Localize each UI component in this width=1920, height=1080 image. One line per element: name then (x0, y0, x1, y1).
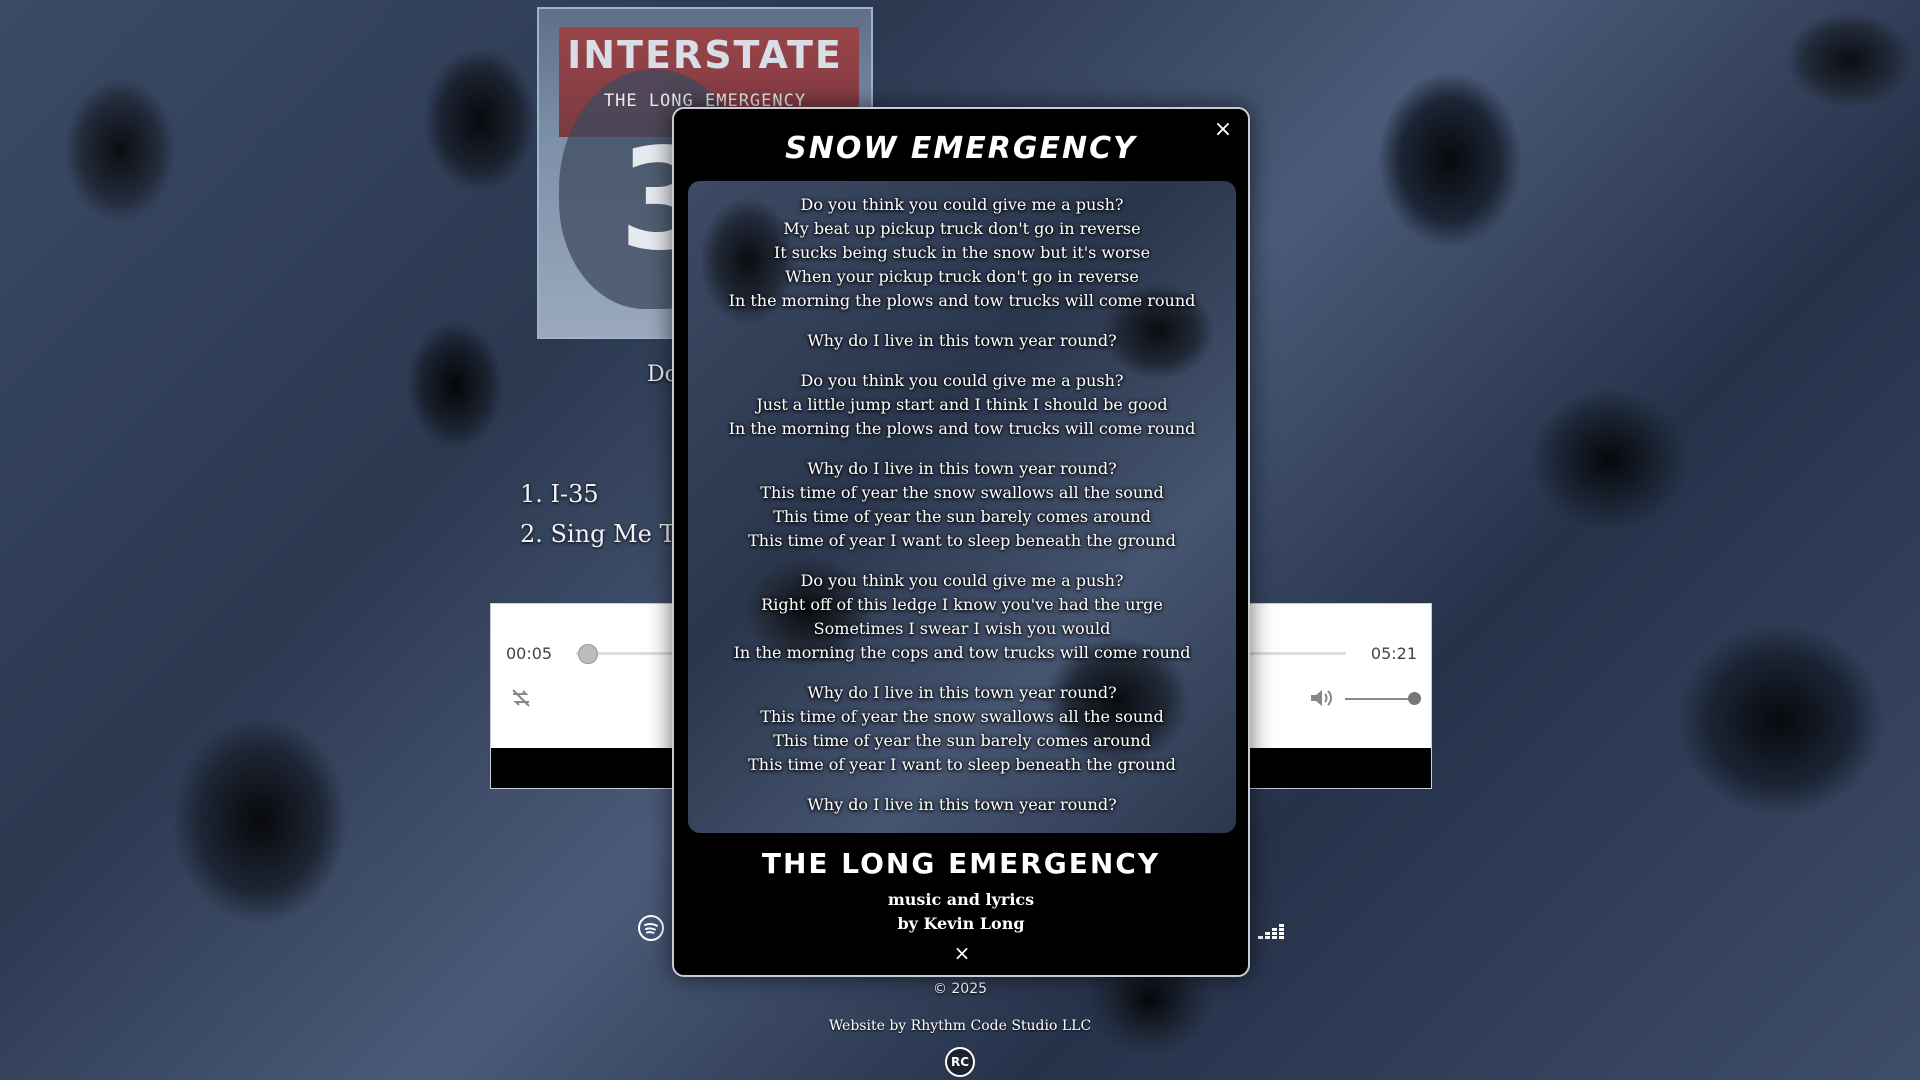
site-credit[interactable]: Website by Rhythm Code Studio LLC (0, 1018, 1920, 1034)
lyric-line: Do you think you could give me a push? (800, 371, 1124, 390)
volume-slider[interactable] (1345, 698, 1415, 700)
lyric-line: Sometimes I swear I wish you would (813, 619, 1111, 638)
lyric-stanza: Do you think you could give me a push? Ju… (688, 369, 1236, 441)
lyric-line: Why do I live in this town year round? (807, 683, 1117, 702)
lyric-line: Do you think you could give me a push? (800, 571, 1124, 590)
time-total: 05:21 (1370, 644, 1417, 663)
copyright: © 2025 (932, 981, 988, 997)
volume-handle[interactable] (1408, 692, 1421, 705)
lyric-line: This time of year I want to sleep beneat… (748, 531, 1176, 550)
lyric-line: Why do I live in this town year round? (807, 331, 1117, 350)
lyric-line: This time of year the snow swallows all … (760, 707, 1164, 726)
song-title: SNOW EMERGENCY (785, 131, 1137, 166)
lyric-stanza: Why do I live in this town year round? (688, 793, 1236, 817)
lyric-line: In the morning the plows and tow trucks … (728, 291, 1196, 310)
lyric-line: In the morning the cops and tow trucks w… (733, 643, 1191, 662)
lyrics-panel[interactable]: Do you think you could give me a push? My… (688, 181, 1236, 833)
lyric-line: It sucks being stuck in the snow but it'… (773, 243, 1151, 262)
lyric-line: Right off of this ledge I know you've ha… (761, 595, 1163, 614)
lyric-stanza: Why do I live in this town year round? Th… (688, 457, 1236, 553)
volume-icon[interactable] (1308, 686, 1334, 710)
lyric-line: This time of year the sun barely comes a… (773, 731, 1151, 750)
lyric-line: Why do I live in this town year round? (807, 459, 1117, 478)
repeat-off-icon[interactable] (509, 686, 533, 710)
credit-line-music: music and lyrics (887, 890, 1035, 909)
lyric-line: Do you think you could give me a push? (800, 195, 1124, 214)
deezer-icon[interactable] (1257, 917, 1287, 941)
track-item-2[interactable]: 2. Sing Me To (520, 514, 688, 554)
lyric-line: When your pickup truck don't go in rever… (785, 267, 1139, 286)
lyric-line: Why do I live in this town year round? (807, 795, 1117, 814)
studio-logo[interactable]: RC (945, 1047, 975, 1077)
track-item-1[interactable]: 1. I-35 (520, 474, 688, 514)
lyric-stanza: Do you think you could give me a push? My… (688, 193, 1236, 313)
lyrics-text: Do you think you could give me a push? My… (688, 181, 1236, 817)
credit-line-author: by Kevin Long (897, 914, 1025, 933)
seek-handle[interactable] (578, 644, 599, 664)
lyric-line: My beat up pickup truck don't go in reve… (783, 219, 1141, 238)
lyric-line: This time of year I want to sleep beneat… (748, 755, 1176, 774)
lyric-stanza: Do you think you could give me a push? Ri… (688, 569, 1236, 665)
lyric-line: This time of year the sun barely comes a… (773, 507, 1151, 526)
lyric-stanza: Why do I live in this town year round? Th… (688, 681, 1236, 777)
lyric-line: Just a little jump start and I think I s… (756, 395, 1168, 414)
lyric-line: In the morning the plows and tow trucks … (728, 419, 1196, 438)
lyric-line: This time of year the snow swallows all … (760, 483, 1164, 502)
album-cover-title: INTERSTATE (567, 33, 843, 77)
close-bottom-icon[interactable]: × (951, 942, 973, 964)
album-name: THE LONG EMERGENCY (761, 847, 1161, 880)
lyric-stanza: Why do I live in this town year round? (688, 329, 1236, 353)
spotify-icon[interactable] (637, 914, 665, 942)
lyrics-modal: × SNOW EMERGENCY Do you think you could … (672, 107, 1250, 977)
time-current: 00:05 (506, 644, 553, 663)
track-list: 1. I-35 2. Sing Me To (520, 474, 688, 554)
